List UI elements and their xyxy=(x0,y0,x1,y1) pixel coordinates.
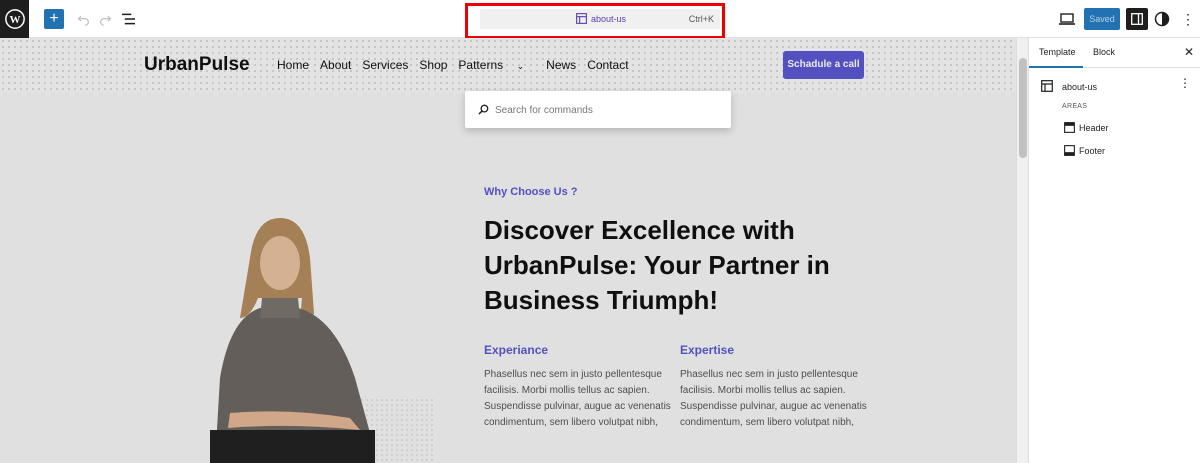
command-palette xyxy=(465,91,731,128)
undo-button[interactable] xyxy=(73,9,93,29)
area-item-header[interactable]: Header xyxy=(1064,121,1184,135)
search-icon xyxy=(478,104,489,115)
footer-area-icon xyxy=(1064,145,1075,156)
areas-heading: AREAS xyxy=(1062,103,1088,110)
site-editor: W + about-us Ctrl+K Saved ⋮ UrbanPulse H… xyxy=(0,0,1200,463)
kebab-icon[interactable]: ⋮ xyxy=(1179,76,1191,90)
highlight-annotation xyxy=(465,3,725,39)
styles-icon[interactable] xyxy=(1154,11,1170,27)
kebab-icon[interactable]: ⋮ xyxy=(1180,9,1196,29)
list-view-button[interactable] xyxy=(118,9,138,29)
template-name: about-us xyxy=(1062,82,1098,92)
command-search-input[interactable] xyxy=(495,101,715,119)
tab-template[interactable]: Template xyxy=(1039,47,1076,57)
canvas-scrollbar[interactable] xyxy=(1016,38,1028,463)
desktop-icon[interactable] xyxy=(1059,12,1075,26)
redo-icon xyxy=(99,15,111,26)
add-block-button[interactable]: + xyxy=(44,9,64,29)
template-icon xyxy=(1041,80,1053,92)
template-summary: about-us xyxy=(1039,79,1189,95)
plus-icon: + xyxy=(49,10,59,27)
editor-toolbar: W + about-us Ctrl+K Saved ⋮ xyxy=(0,0,1200,39)
area-item-label: Header xyxy=(1079,123,1109,133)
svg-text:W: W xyxy=(9,14,20,26)
header-area-icon xyxy=(1064,122,1075,133)
saved-button[interactable]: Saved xyxy=(1084,8,1120,30)
list-view-icon xyxy=(121,13,135,25)
area-item-label: Footer xyxy=(1079,146,1106,156)
tab-block[interactable]: Block xyxy=(1093,47,1115,57)
scrollbar-thumb[interactable] xyxy=(1019,58,1027,158)
sidebar-tabs: Template Block ✕ xyxy=(1029,38,1200,68)
active-tab-indicator xyxy=(1029,66,1083,68)
area-item-footer[interactable]: Footer xyxy=(1064,144,1184,158)
settings-panel-toggle[interactable] xyxy=(1126,8,1148,30)
sidebar-icon xyxy=(1131,13,1143,25)
settings-sidebar: Template Block ✕ about-us ⋮ AREAS Header… xyxy=(1028,38,1200,463)
redo-button[interactable] xyxy=(95,9,115,29)
wordpress-logo-icon[interactable]: W xyxy=(0,0,29,38)
undo-icon xyxy=(77,15,89,26)
close-icon[interactable]: ✕ xyxy=(1184,45,1194,59)
